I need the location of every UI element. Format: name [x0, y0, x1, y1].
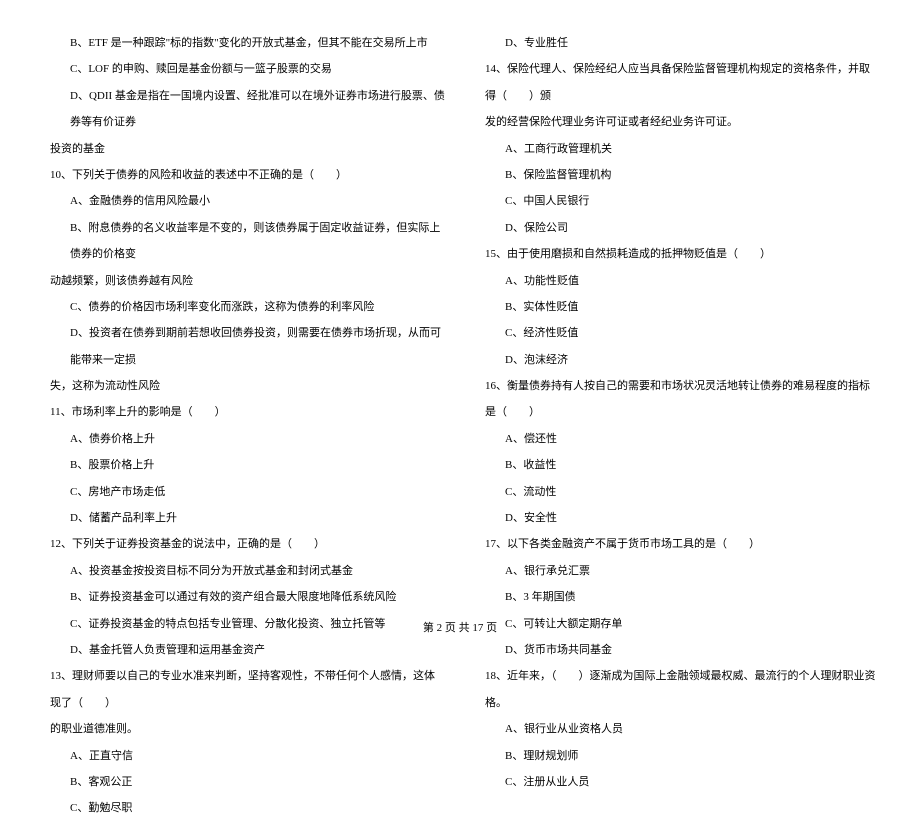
text-line: 16、衡量债券持有人按自己的需要和市场状况灵活地转让债券的难易程度的指标是（ ） [475, 373, 880, 426]
text-line: B、收益性 [475, 452, 880, 478]
text-line: D、保险公司 [475, 215, 880, 241]
text-line: D、泡沫经济 [475, 347, 880, 373]
text-line: 发的经营保险代理业务许可证或者经纪业务许可证。 [475, 109, 880, 135]
text-line: B、ETF 是一种跟踪"标的指数"变化的开放式基金，但其不能在交易所上市 [40, 30, 445, 56]
text-line: 12、下列关于证券投资基金的说法中，正确的是（ ） [40, 531, 445, 557]
text-line: C、中国人民银行 [475, 188, 880, 214]
text-line: 投资的基金 [40, 136, 445, 162]
text-line: D、储蓄产品利率上升 [40, 505, 445, 531]
text-line: 10、下列关于债券的风险和收益的表述中不正确的是（ ） [40, 162, 445, 188]
text-line: A、银行承兑汇票 [475, 558, 880, 584]
text-line: A、正直守信 [40, 743, 445, 769]
left-column: B、ETF 是一种跟踪"标的指数"变化的开放式基金，但其不能在交易所上市C、LO… [40, 30, 445, 822]
text-line: 的职业道德准则。 [40, 716, 445, 742]
text-line: C、经济性贬值 [475, 320, 880, 346]
text-line: C、LOF 的申购、赎回是基金份额与一篮子股票的交易 [40, 56, 445, 82]
text-line: B、实体性贬值 [475, 294, 880, 320]
text-line: B、客观公正 [40, 769, 445, 795]
text-line: D、基金托管人负责管理和运用基金资产 [40, 637, 445, 663]
text-line: 11、市场利率上升的影响是（ ） [40, 399, 445, 425]
text-line: A、金融债券的信用风险最小 [40, 188, 445, 214]
text-line: C、勤勉尽职 [40, 795, 445, 821]
text-line: D、货币市场共同基金 [475, 637, 880, 663]
text-line: D、QDII 基金是指在一国境内设置、经批准可以在境外证券市场进行股票、债券等有… [40, 83, 445, 136]
text-line: A、银行业从业资格人员 [475, 716, 880, 742]
text-line: A、投资基金按投资目标不同分为开放式基金和封闭式基金 [40, 558, 445, 584]
text-line: C、房地产市场走低 [40, 479, 445, 505]
text-line: D、安全性 [475, 505, 880, 531]
text-line: D、专业胜任 [475, 30, 880, 56]
text-line: A、功能性贬值 [475, 268, 880, 294]
text-line: 14、保险代理人、保险经纪人应当具备保险监督管理机构规定的资格条件，并取得（ ）… [475, 56, 880, 109]
text-line: B、3 年期国债 [475, 584, 880, 610]
document-content: B、ETF 是一种跟踪"标的指数"变化的开放式基金，但其不能在交易所上市C、LO… [40, 30, 880, 822]
text-line: A、债券价格上升 [40, 426, 445, 452]
text-line: 13、理财师要以自己的专业水准来判断，坚持客观性，不带任何个人感情，这体现了（ … [40, 663, 445, 716]
text-line: A、偿还性 [475, 426, 880, 452]
text-line: B、股票价格上升 [40, 452, 445, 478]
text-line: B、附息债券的名义收益率是不变的，则该债券属于固定收益证券，但实际上债券的价格变 [40, 215, 445, 268]
text-line: D、投资者在债券到期前若想收回债券投资，则需要在债券市场折现，从而可能带来一定损 [40, 320, 445, 373]
text-line: 动越频繁，则该债券越有风险 [40, 268, 445, 294]
text-line: A、工商行政管理机关 [475, 136, 880, 162]
text-line: B、证券投资基金可以通过有效的资产组合最大限度地降低系统风险 [40, 584, 445, 610]
text-line: 18、近年来，（ ）逐渐成为国际上金融领域最权威、最流行的个人理财职业资格。 [475, 663, 880, 716]
right-column: D、专业胜任14、保险代理人、保险经纪人应当具备保险监督管理机构规定的资格条件，… [475, 30, 880, 822]
text-line: B、保险监督管理机构 [475, 162, 880, 188]
text-line: C、流动性 [475, 479, 880, 505]
page-footer: 第 2 页 共 17 页 [0, 619, 920, 635]
text-line: B、理财规划师 [475, 743, 880, 769]
text-line: 15、由于使用磨损和自然损耗造成的抵押物贬值是（ ） [475, 241, 880, 267]
text-line: 失，这称为流动性风险 [40, 373, 445, 399]
text-line: C、债券的价格因市场利率变化而涨跌，这称为债券的利率风险 [40, 294, 445, 320]
text-line: 17、以下各类金融资产不属于货币市场工具的是（ ） [475, 531, 880, 557]
text-line: C、注册从业人员 [475, 769, 880, 795]
